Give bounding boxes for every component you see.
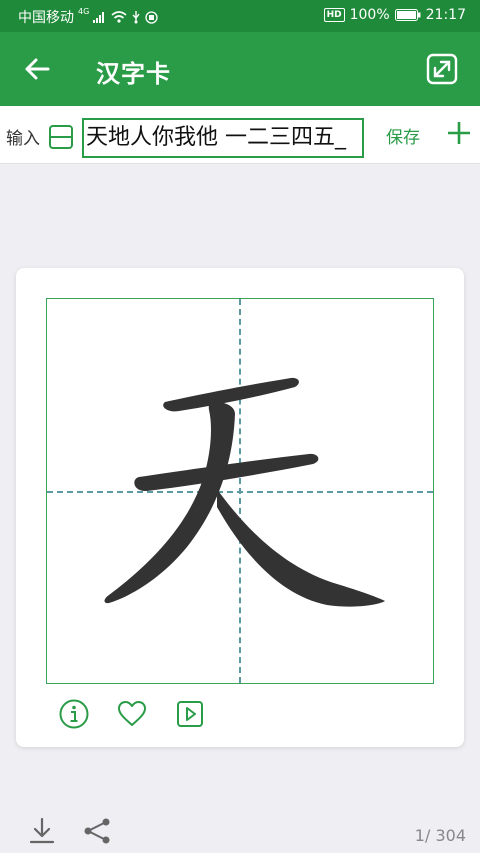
page-title: 汉字卡 — [96, 60, 171, 88]
status-left: 中国移动 4G — [18, 7, 158, 27]
character-input[interactable]: 天地人你我他 一二三四五_ — [82, 118, 364, 158]
arrow-left-icon[interactable] — [20, 52, 54, 86]
battery-percent: 100% — [349, 7, 390, 23]
share-icon[interactable] — [82, 816, 112, 846]
writing-grid — [46, 298, 434, 684]
play-icon[interactable] — [174, 698, 206, 730]
info-icon[interactable] — [58, 698, 90, 730]
character-glyph — [104, 377, 385, 607]
save-button[interactable]: 保存 — [386, 123, 420, 148]
network-label: 4G — [78, 7, 90, 16]
carrier-label: 中国移动 — [18, 10, 74, 26]
plus-icon[interactable] — [446, 120, 472, 146]
bottom-bar: 1/ 304 — [0, 808, 480, 853]
wifi-icon — [111, 11, 127, 23]
character-card — [16, 268, 464, 747]
expand-icon[interactable] — [424, 51, 460, 87]
input-label: 输入 — [6, 129, 40, 149]
status-bar: 中国移动 4G HD 100% 21:17 — [0, 0, 480, 32]
battery-icon — [394, 9, 421, 21]
status-right: HD 100% 21:17 — [323, 7, 466, 23]
page-counter: 1/ 304 — [414, 826, 466, 845]
split-layout-icon[interactable] — [48, 124, 74, 150]
notification-icon — [145, 10, 158, 24]
clock: 21:17 — [425, 7, 466, 23]
usb-icon — [132, 11, 140, 24]
card-actions — [58, 698, 206, 730]
heart-icon[interactable] — [116, 698, 148, 730]
input-bar: 输入 天地人你我他 一二三四五_ 保存 — [0, 106, 480, 164]
download-icon[interactable] — [28, 816, 56, 846]
app-bar: 汉字卡 — [0, 32, 480, 106]
hd-badge: HD — [323, 8, 345, 22]
signal-icon — [93, 12, 105, 23]
